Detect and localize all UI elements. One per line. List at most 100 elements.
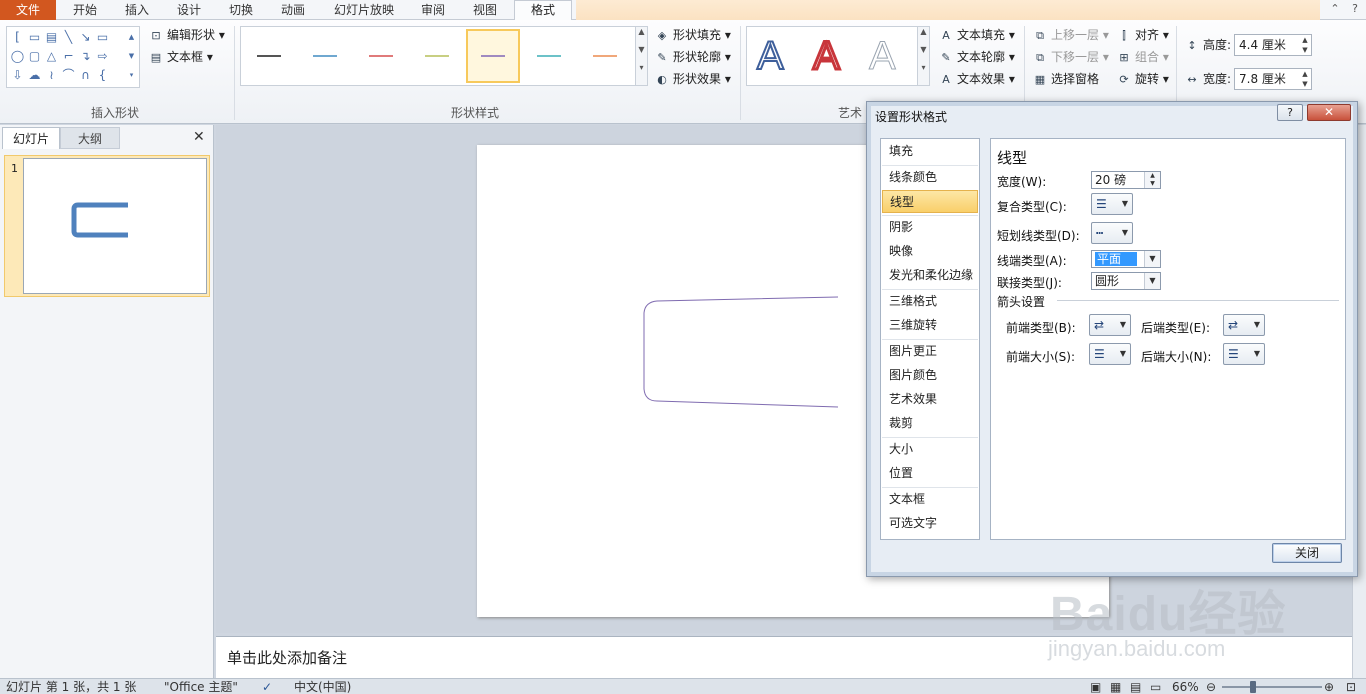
text-box-button[interactable]: ▤ 文本框 ▾ <box>148 48 213 66</box>
nav-item-3d-rotation[interactable]: 三维旋转 <box>882 314 978 337</box>
rotate-button[interactable]: ⟳ 旋转 ▾ <box>1116 70 1168 88</box>
tab-transitions[interactable]: 切换 <box>220 0 262 20</box>
nav-item-picture-corrections[interactable]: 图片更正 <box>882 340 978 363</box>
shape-fill-button[interactable]: ◈ 形状填充 ▾ <box>654 26 731 44</box>
send-backward-button[interactable]: ⧉ 下移一层 ▾ <box>1032 48 1109 66</box>
chevron-down-icon[interactable]: ▼ <box>1144 273 1160 289</box>
slide-sorter-icon[interactable]: ▦ <box>1110 679 1121 694</box>
style-swatch[interactable] <box>425 55 449 57</box>
arc-shape-icon[interactable]: ⌒ <box>60 67 77 84</box>
compound-type-dropdown[interactable]: ☰ ▼ <box>1091 193 1133 215</box>
wordart-style-outline-red[interactable]: A <box>812 33 842 80</box>
reading-view-icon[interactable]: ▤ <box>1130 679 1141 694</box>
elbow-connector-shape-icon[interactable]: ⌐ <box>60 48 77 65</box>
end-type-dropdown[interactable]: ⇄ ▼ <box>1223 314 1265 336</box>
nav-item-reflection[interactable]: 映像 <box>882 240 978 263</box>
edit-shape-button[interactable]: ⊡ 编辑形状 ▾ <box>148 26 224 44</box>
slide-thumbnail[interactable] <box>23 158 207 294</box>
rounded-rect-shape-icon[interactable]: ▢ <box>26 48 43 65</box>
nav-item-alt-text[interactable]: 可选文字 <box>882 512 978 535</box>
tab-insert[interactable]: 插入 <box>116 0 158 20</box>
zoom-out-icon[interactable]: ⊖ <box>1206 679 1216 694</box>
dash-type-dropdown[interactable]: ┅ ▼ <box>1091 222 1133 244</box>
right-arrow-shape-icon[interactable]: ⇨ <box>94 48 111 65</box>
line-shape-icon[interactable]: ╲ <box>60 29 77 46</box>
tab-slides[interactable]: 幻灯片 <box>2 127 60 149</box>
tab-review[interactable]: 审阅 <box>412 0 454 20</box>
gallery-more-icon[interactable]: ▾ <box>123 67 140 84</box>
nav-item-fill[interactable]: 填充 <box>882 140 978 163</box>
zoom-slider[interactable] <box>1222 686 1322 688</box>
join-type-select[interactable]: 圆形 ▼ <box>1091 272 1161 290</box>
height-input[interactable]: 4.4 厘米 ▲ ▼ <box>1234 34 1312 56</box>
style-swatch[interactable] <box>313 55 337 57</box>
group-button[interactable]: ⊞ 组合 ▾ <box>1116 48 1168 66</box>
bring-forward-button[interactable]: ⧉ 上移一层 ▾ <box>1032 26 1109 44</box>
arrow-line-shape-icon[interactable]: ↘ <box>77 29 94 46</box>
shape-effect-button[interactable]: ◐ 形状效果 ▾ <box>654 70 731 88</box>
fit-to-window-icon[interactable]: ⊡ <box>1346 679 1356 694</box>
wordart-style-outline-blue[interactable]: A <box>756 33 785 79</box>
styles-gallery-scroll[interactable]: ▲ ▼ ▾ <box>635 27 647 85</box>
nav-item-line-color[interactable]: 线条颜色 <box>882 166 978 189</box>
curve-shape-icon[interactable]: ∩ <box>77 67 94 84</box>
tab-format[interactable]: 格式 <box>514 0 572 22</box>
width-spinner[interactable]: ▲ ▼ <box>1299 69 1311 89</box>
style-swatch[interactable] <box>257 55 281 57</box>
oval-shape-icon[interactable]: ◯ <box>9 48 26 65</box>
tab-design[interactable]: 设计 <box>168 0 210 20</box>
end-size-dropdown[interactable]: ☰ ▼ <box>1223 343 1265 365</box>
height-spinner[interactable]: ▲ ▼ <box>1299 35 1311 55</box>
tab-view[interactable]: 视图 <box>464 0 506 20</box>
text-fill-button[interactable]: A 文本填充 ▾ <box>938 26 1015 44</box>
dialog-close-x-button[interactable]: ✕ <box>1307 104 1351 121</box>
width-input[interactable]: 7.8 厘米 ▲ ▼ <box>1234 68 1312 90</box>
shape-outline-button[interactable]: ✎ 形状轮廓 ▾ <box>654 48 730 66</box>
nav-item-size[interactable]: 大小 <box>882 438 978 461</box>
close-panel-icon[interactable]: ✕ <box>193 129 205 145</box>
nav-item-glow[interactable]: 发光和柔化边缘 <box>882 264 978 287</box>
nav-item-line-style[interactable]: 线型 <box>882 190 978 213</box>
wordart-gallery[interactable]: A A A ▲ ▼ ▾ <box>746 26 930 86</box>
zoom-slider-thumb[interactable] <box>1250 681 1256 693</box>
vtextbox-shape-icon[interactable]: ▤ <box>43 29 60 46</box>
tab-file[interactable]: 文件 <box>0 0 56 20</box>
dialog-close-button[interactable]: 关闭 <box>1272 543 1342 563</box>
spellcheck-icon[interactable]: ✓ <box>262 679 272 694</box>
text-effect-button[interactable]: A 文本效果 ▾ <box>938 70 1015 88</box>
tab-animations[interactable]: 动画 <box>272 0 314 20</box>
slideshow-icon[interactable]: ▭ <box>1150 679 1161 694</box>
nav-item-crop[interactable]: 裁剪 <box>882 412 978 435</box>
style-swatch[interactable] <box>537 55 561 57</box>
down-arrow-shape-icon[interactable]: ⇩ <box>9 67 26 84</box>
zoom-in-icon[interactable]: ⊕ <box>1324 679 1334 694</box>
slide-thumbnail-selected[interactable]: 1 <box>4 155 210 297</box>
elbow-arrow-shape-icon[interactable]: ↴ <box>77 48 94 65</box>
dialog-help-button[interactable]: ? <box>1277 104 1303 121</box>
selection-pane-button[interactable]: ▦ 选择窗格 <box>1032 70 1099 88</box>
nav-item-artistic-effects[interactable]: 艺术效果 <box>882 388 978 411</box>
collapse-ribbon-icon[interactable]: ⌃ <box>1328 2 1342 16</box>
tab-home[interactable]: 开始 <box>64 0 106 20</box>
chevron-down-icon[interactable]: ▼ <box>1144 251 1160 267</box>
nav-item-text-box[interactable]: 文本框 <box>882 488 978 511</box>
nav-item-shadow[interactable]: 阴影 <box>882 216 978 239</box>
tab-outline[interactable]: 大纲 <box>60 127 120 149</box>
line-width-spinner[interactable]: ▲ ▼ <box>1144 172 1160 188</box>
notes-pane[interactable]: 单击此处添加备注 <box>216 636 1352 678</box>
wordart-gallery-scroll[interactable]: ▲ ▼ ▾ <box>917 27 929 85</box>
shape-styles-gallery[interactable]: ▲ ▼ ▾ <box>240 26 648 86</box>
cap-type-select[interactable]: 平面 ▼ <box>1091 250 1161 268</box>
textbox-shape-icon[interactable]: ▭ <box>26 29 43 46</box>
help-icon[interactable]: ? <box>1348 2 1362 16</box>
triangle-shape-icon[interactable]: △ <box>43 48 60 65</box>
line-width-input[interactable]: 20 磅 ▲ ▼ <box>1091 171 1161 189</box>
brace-shape-icon[interactable]: [ <box>9 29 26 46</box>
language[interactable]: 中文(中国) <box>294 679 351 694</box>
begin-size-dropdown[interactable]: ☰ ▼ <box>1089 343 1131 365</box>
left-brace-shape-icon[interactable]: { <box>94 67 111 84</box>
rectangle-shape-icon[interactable]: ▭ <box>94 29 111 46</box>
scribble-shape-icon[interactable]: ≀ <box>43 67 60 84</box>
text-outline-button[interactable]: ✎ 文本轮廓 ▾ <box>938 48 1014 66</box>
nav-item-picture-color[interactable]: 图片颜色 <box>882 364 978 387</box>
